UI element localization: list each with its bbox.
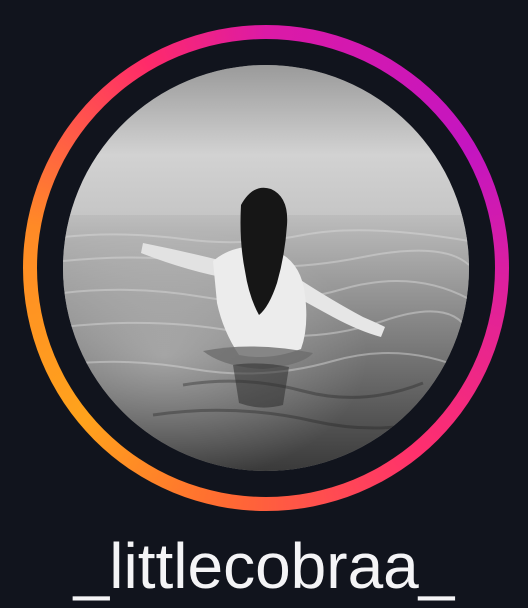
username-label[interactable]: _littlecobraa_ <box>0 530 528 602</box>
story-avatar-item[interactable]: _littlecobraa_ <box>0 0 528 608</box>
profile-avatar[interactable] <box>63 65 469 471</box>
profile-photo-icon <box>63 65 469 471</box>
